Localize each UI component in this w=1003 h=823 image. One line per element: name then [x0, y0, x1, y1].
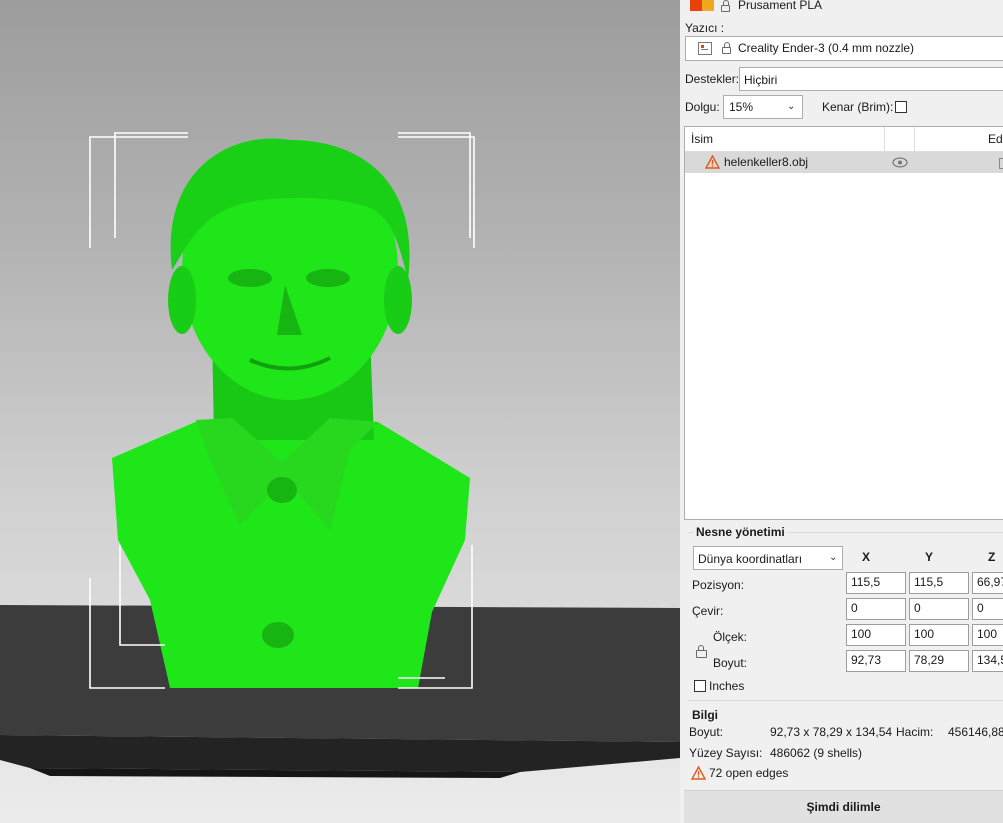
object-list[interactable]: İsim Edi helenkeller8.obj: [684, 126, 1003, 520]
edit-icon[interactable]: [999, 158, 1003, 169]
eye-icon[interactable]: [892, 157, 908, 168]
chevron-down-icon: ⌄: [829, 552, 838, 563]
info-size-value: 92,73 x 78,29 x 134,54: [770, 725, 893, 739]
position-z-input[interactable]: 66,97: [972, 572, 1003, 594]
size-z-input[interactable]: 134,5: [972, 650, 1003, 672]
scale-x-input[interactable]: 100: [846, 624, 906, 646]
info-size-label: Boyut:: [689, 725, 724, 739]
warning-icon: [705, 155, 720, 169]
position-x-input[interactable]: 115,5: [846, 572, 906, 594]
supports-label: Destekler:: [685, 72, 740, 86]
info-facets-value: 486062 (9 shells): [770, 746, 863, 760]
rotation-y-input[interactable]: 0: [909, 598, 969, 620]
info-facets-label: Yüzey Sayısı:: [689, 746, 763, 760]
object-row[interactable]: helenkeller8.obj: [685, 152, 1003, 173]
size-x-input[interactable]: 92,73: [846, 650, 906, 672]
size-y-input[interactable]: 78,29: [909, 650, 969, 672]
model-bust: [112, 138, 470, 688]
brim-checkbox[interactable]: [895, 101, 907, 113]
info-title: Bilgi: [692, 708, 718, 722]
brim-label: Kenar (Brim):: [822, 100, 894, 114]
axis-y-header: Y: [925, 550, 934, 564]
filament-label[interactable]: Prusament PLA: [738, 0, 822, 12]
chevron-down-icon: ⌄: [787, 101, 796, 112]
printer-icon: [698, 42, 712, 55]
scale-y-input[interactable]: 100: [909, 624, 969, 646]
slice-now-button[interactable]: Şimdi dilimle: [684, 790, 1003, 823]
filament-color-red: [690, 0, 702, 11]
rotation-label: Çevir:: [692, 604, 724, 618]
coordinate-system-combo[interactable]: Dünya koordinatları ⌄: [693, 546, 843, 570]
column-name-header[interactable]: İsim: [691, 132, 713, 146]
3d-viewport[interactable]: [0, 0, 680, 823]
settings-panel: Prusament PLA Yazıcı : Creality Ender-3 …: [680, 0, 1003, 823]
position-y-input[interactable]: 115,5: [909, 572, 969, 594]
object-name: helenkeller8.obj: [724, 155, 809, 169]
position-label: Pozisyon:: [692, 578, 745, 592]
coordinate-system-value: Dünya koordinatları: [698, 552, 803, 566]
object-list-header: İsim Edi: [685, 127, 1003, 152]
inches-label: Inches: [709, 679, 745, 693]
filament-swatch[interactable]: [690, 0, 714, 11]
lock-icon[interactable]: [696, 645, 707, 658]
bed-scene: [0, 132, 680, 778]
warning-icon: [691, 766, 706, 780]
scale-label: Ölçek:: [713, 630, 748, 644]
filament-color-orange: [702, 0, 714, 11]
rotation-z-input[interactable]: 0: [972, 598, 1003, 620]
info-volume-value: 456146,88: [948, 725, 1003, 739]
printer-section-label: Yazıcı :: [685, 21, 725, 35]
lock-icon: [722, 42, 731, 54]
inches-checkbox[interactable]: [694, 680, 706, 692]
infill-value: 15%: [729, 100, 754, 114]
infill-label: Dolgu:: [685, 100, 720, 114]
column-editing-header[interactable]: Edi: [988, 132, 1003, 146]
object-manipulation-title: Nesne yönetimi: [694, 525, 787, 539]
lock-icon: [721, 0, 730, 12]
axis-z-header: Z: [988, 550, 996, 564]
printer-value: Creality Ender-3 (0.4 mm nozzle): [738, 41, 915, 55]
axis-x-header: X: [862, 550, 871, 564]
infill-combo[interactable]: 15% ⌄: [723, 95, 803, 119]
info-volume-label: Hacim:: [896, 725, 934, 739]
size-label: Boyut:: [713, 656, 748, 670]
info-warning-text: 72 open edges: [709, 766, 789, 780]
printer-combo[interactable]: Creality Ender-3 (0.4 mm nozzle): [685, 36, 1003, 61]
supports-value: Hiçbiri: [744, 73, 778, 87]
rotation-x-input[interactable]: 0: [846, 598, 906, 620]
supports-combo[interactable]: Hiçbiri: [739, 67, 1003, 91]
scale-z-input[interactable]: 100: [972, 624, 1003, 646]
